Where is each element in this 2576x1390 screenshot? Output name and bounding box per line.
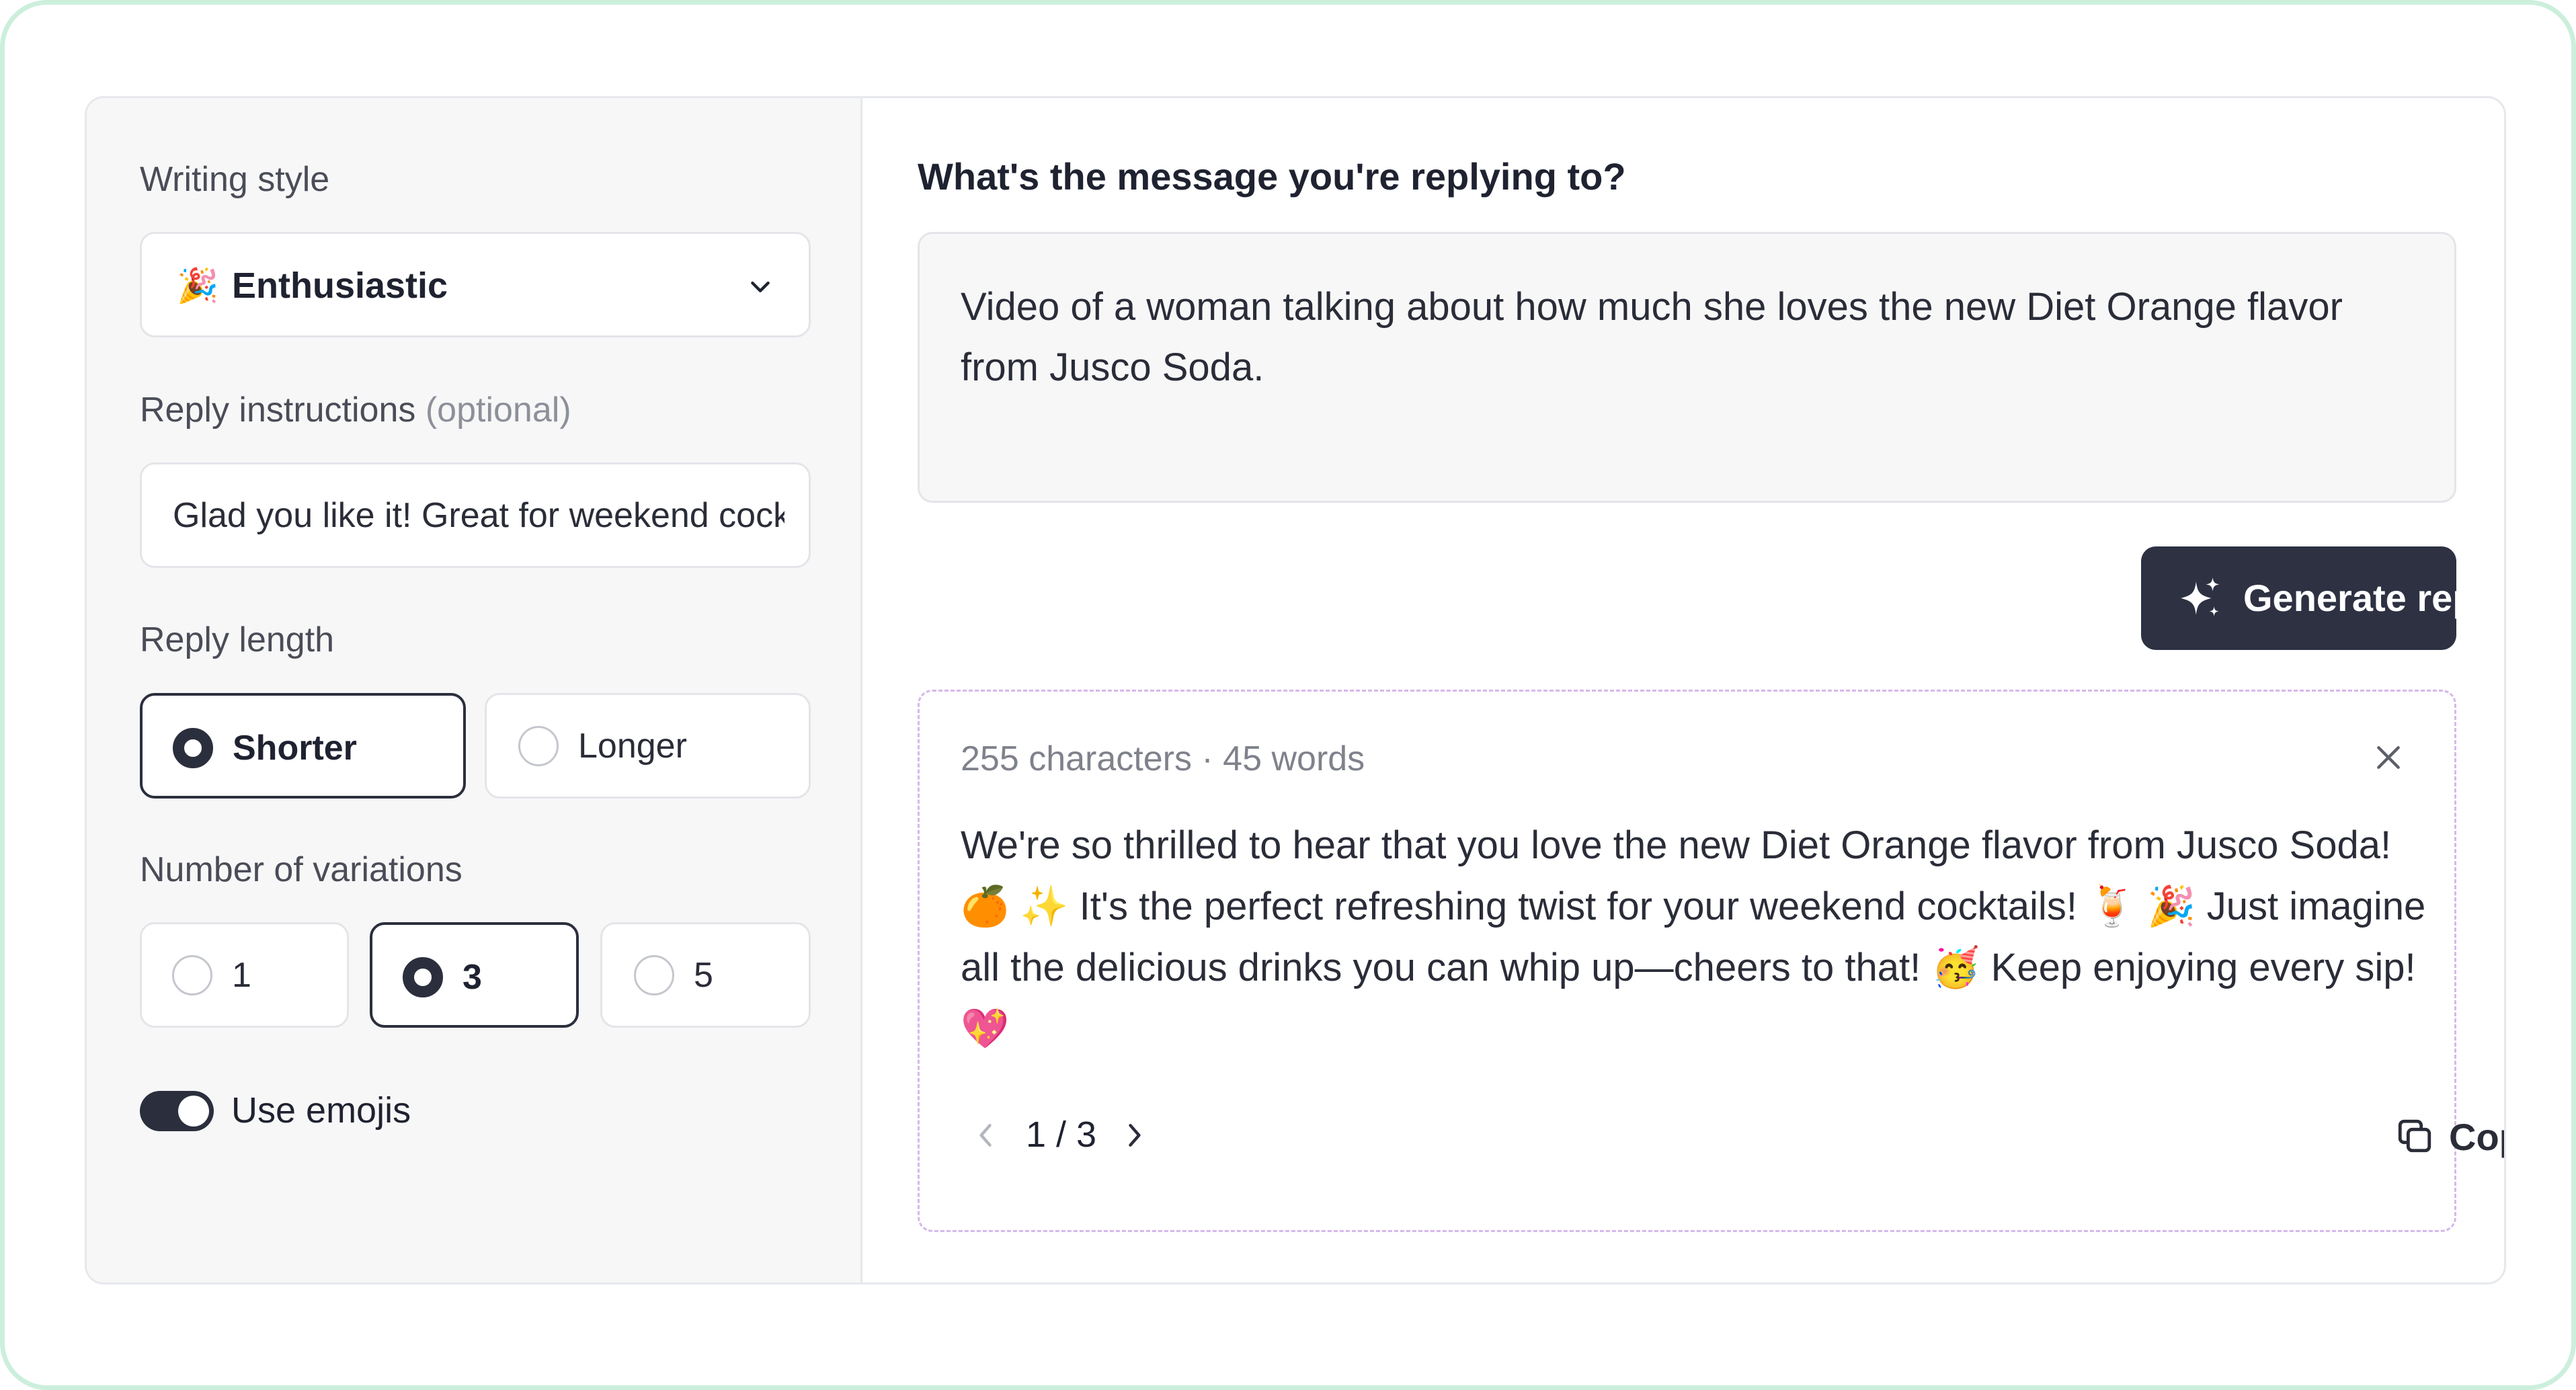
settings-panel: Writing style 🎉 Enthusiastic Reply instr… bbox=[87, 98, 862, 1282]
writing-style-select[interactable]: 🎉 Enthusiastic bbox=[140, 232, 811, 337]
message-textarea[interactable]: Video of a woman talking about how much … bbox=[918, 232, 2456, 503]
writing-style-value: Enthusiastic bbox=[232, 265, 448, 306]
reply-generator-card: Writing style 🎉 Enthusiastic Reply instr… bbox=[85, 96, 2506, 1284]
message-text: Video of a woman talking about how much … bbox=[961, 285, 2343, 389]
reply-stats: 255 characters · 45 words bbox=[961, 739, 1365, 778]
reply-instructions-field[interactable] bbox=[140, 462, 811, 568]
variations-option-5-label: 5 bbox=[694, 956, 713, 995]
radio-empty-icon bbox=[634, 955, 674, 995]
variations-option-1[interactable]: 1 bbox=[140, 922, 349, 1028]
generated-reply-text: We're so thrilled to hear that you love … bbox=[961, 823, 2426, 1051]
reply-length-longer[interactable]: Longer bbox=[485, 693, 811, 799]
use-emojis-toggle[interactable] bbox=[140, 1091, 214, 1131]
writing-style-label: Writing style bbox=[140, 160, 330, 199]
sparkles-icon bbox=[2181, 577, 2220, 616]
close-icon[interactable] bbox=[2374, 743, 2403, 772]
copy-label: Copy bbox=[2449, 1116, 2504, 1158]
radio-empty-icon bbox=[518, 726, 559, 766]
reply-length-longer-label: Longer bbox=[578, 727, 687, 766]
reply-instructions-label-text: Reply instructions bbox=[140, 391, 416, 430]
generate-reply-label: Generate reply bbox=[2243, 577, 2506, 619]
message-question-heading: What's the message you're replying to? bbox=[918, 155, 1626, 198]
chevron-right-icon[interactable] bbox=[1121, 1120, 1148, 1150]
reply-length-shorter[interactable]: Shorter bbox=[140, 693, 466, 799]
variations-option-3-label: 3 bbox=[462, 958, 482, 997]
reply-panel: What's the message you're replying to? V… bbox=[864, 98, 2504, 1282]
radio-selected-icon bbox=[173, 728, 213, 768]
copy-icon bbox=[2398, 1119, 2431, 1153]
toggle-knob bbox=[178, 1096, 209, 1127]
reply-instructions-label: Reply instructions (optional) bbox=[140, 390, 571, 430]
app-frame: Writing style 🎉 Enthusiastic Reply instr… bbox=[0, 0, 2576, 1390]
chevron-left-icon[interactable] bbox=[973, 1120, 1000, 1150]
variations-option-3[interactable]: 3 bbox=[370, 922, 579, 1028]
optional-hint: (optional) bbox=[425, 391, 571, 430]
radio-selected-icon bbox=[403, 957, 443, 997]
party-popper-emoji: 🎉 bbox=[177, 267, 219, 304]
generate-reply-button[interactable]: Generate reply bbox=[2141, 546, 2504, 650]
radio-empty-icon bbox=[172, 955, 212, 995]
variation-page-indicator: 1 / 3 bbox=[1026, 1114, 1097, 1155]
chevron-down-icon bbox=[751, 281, 770, 292]
reply-length-shorter-label: Shorter bbox=[233, 729, 357, 768]
variations-label: Number of variations bbox=[140, 850, 462, 889]
variations-option-1-label: 1 bbox=[232, 956, 251, 995]
use-emojis-label: Use emojis bbox=[231, 1090, 411, 1131]
reply-length-label: Reply length bbox=[140, 620, 335, 659]
variations-option-5[interactable]: 5 bbox=[600, 922, 811, 1028]
reply-instructions-input[interactable] bbox=[173, 464, 784, 566]
generated-reply-card: 255 characters · 45 words We're so thril… bbox=[918, 690, 2504, 1232]
